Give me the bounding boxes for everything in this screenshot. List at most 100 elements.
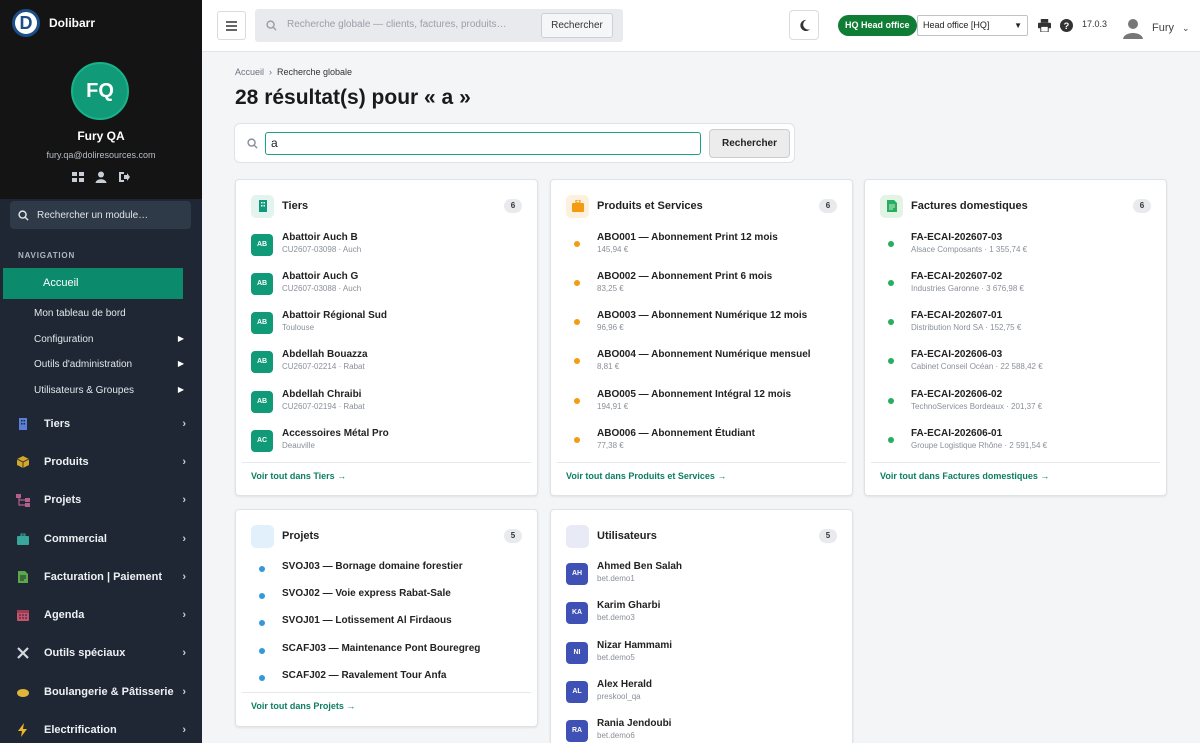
see-all-projets-link[interactable]: Voir tout dans Projets →	[251, 701, 355, 711]
search-icon	[18, 209, 29, 221]
list-item[interactable]: NI Nizar Hammami bet.demo5	[566, 640, 837, 672]
chevron-down-icon: ⌄	[1182, 22, 1190, 33]
avatar: AC	[251, 430, 273, 452]
list-item[interactable]: FA-ECAI-202607-02 Industries Garonne · 3 …	[880, 271, 1151, 303]
chevron-right-icon: ›	[182, 609, 186, 621]
list-item[interactable]: ABO006 — Abonnement Étudiant 77,38 €	[566, 428, 837, 460]
list-item[interactable]: FA-ECAI-202607-03 Alsace Composants · 1 3…	[880, 232, 1151, 264]
user-avatar-icon	[1123, 19, 1143, 39]
search-icon	[247, 138, 258, 149]
avatar: AH	[566, 563, 588, 585]
list-item[interactable]: AH Ahmed Ben Salah bet.demo1	[566, 561, 837, 593]
list-item[interactable]: AB Abdellah Bouazza CU2607-02214 · Rabat	[251, 349, 522, 381]
user-profile-icon[interactable]	[95, 171, 107, 183]
breadcrumb-home[interactable]: Accueil	[235, 67, 264, 77]
status-dot	[259, 620, 265, 626]
nav-subitem-users-groups[interactable]: Utilisateurs & Groupes ▶	[34, 385, 184, 396]
svg-text:?: ?	[1064, 21, 1070, 31]
nav-item-tiers[interactable]: Tiers ›	[16, 414, 186, 434]
nav-item-boulangerie[interactable]: Boulangerie & Pâtisserie ›	[16, 682, 186, 702]
nav-subitem-configuration[interactable]: Configuration ▶	[34, 334, 184, 345]
list-item[interactable]: AB Abattoir Auch G CU2607-03088 · Auch	[251, 271, 522, 303]
list-item[interactable]: RA Rania Jendoubi bet.demo6	[566, 718, 837, 743]
sidebar: D Dolibarr FQ Fury QA fury.qa@doliresour…	[0, 0, 202, 743]
nav-item-accueil[interactable]: Accueil	[3, 268, 183, 299]
avatar: AB	[251, 234, 273, 256]
module-search-placeholder: Rechercher un module…	[37, 209, 149, 221]
status-dot	[888, 437, 894, 443]
global-search-placeholder: Recherche globale — clients, factures, p…	[287, 19, 507, 30]
page-title: 28 résultat(s) pour « a »	[235, 86, 471, 109]
project-icon	[251, 524, 274, 548]
nav-subitem-dashboard[interactable]: Mon tableau de bord	[34, 308, 184, 319]
list-item[interactable]: AB Abdellah Chraibi CU2607-02194 · Rabat	[251, 389, 522, 421]
nav-item-facturation[interactable]: Facturation | Paiement ›	[16, 567, 186, 587]
status-dot	[574, 358, 580, 364]
status-dot	[259, 566, 265, 572]
help-icon[interactable]: ?	[1060, 19, 1073, 32]
card-title: Factures domestiques	[911, 200, 1028, 212]
page-search-panel: a Rechercher	[234, 123, 795, 163]
nav-item-projets[interactable]: Projets ›	[16, 490, 186, 510]
list-item[interactable]: AB Abattoir Régional Sud Toulouse	[251, 310, 522, 342]
list-item[interactable]: ABO004 — Abonnement Numérique mensuel 8,8…	[566, 349, 837, 381]
nav-item-produits[interactable]: Produits ›	[16, 452, 186, 472]
chevron-right-icon: ›	[182, 686, 186, 698]
building-icon	[251, 194, 274, 218]
menu-toggle-button[interactable]	[217, 11, 246, 40]
chevron-right-icon: ›	[182, 533, 186, 545]
list-item[interactable]: FA-ECAI-202606-03 Cabinet Conseil Océan ·…	[880, 349, 1151, 381]
global-search-field[interactable]: Recherche globale — clients, factures, p…	[255, 9, 623, 42]
box-icon	[566, 194, 589, 218]
status-dot	[888, 319, 894, 325]
logout-icon[interactable]	[118, 171, 130, 183]
list-item[interactable]: AL Alex Herald preskool_qa	[566, 679, 837, 711]
list-item[interactable]: ABO003 — Abonnement Numérique 12 mois 96,…	[566, 310, 837, 342]
chevron-right-icon: ›	[182, 647, 186, 659]
list-item[interactable]: FA-ECAI-202606-01 Groupe Logistique Rhône…	[880, 428, 1151, 460]
status-dot	[574, 241, 580, 247]
dashboard-icon[interactable]	[72, 171, 84, 183]
nav-subitem-admin-tools[interactable]: Outils d'administration ▶	[34, 359, 184, 370]
user-avatar[interactable]: FQ	[71, 62, 129, 120]
dark-mode-toggle[interactable]	[789, 10, 819, 40]
search-icon	[266, 20, 277, 31]
status-dot	[574, 398, 580, 404]
entity-badge: HQ Head office	[838, 15, 917, 36]
see-all-tiers-link[interactable]: Voir tout dans Tiers →	[251, 471, 346, 481]
see-all-factures-link[interactable]: Voir tout dans Factures domestiques →	[880, 471, 1049, 481]
list-item[interactable]: ABO002 — Abonnement Print 6 mois 83,25 €	[566, 271, 837, 303]
module-search-input[interactable]: Rechercher un module…	[10, 201, 191, 229]
page-search-input[interactable]: a	[265, 132, 701, 155]
calendar-icon	[16, 608, 30, 622]
list-item[interactable]: AC Accessoires Métal Pro Deauville	[251, 428, 522, 460]
list-item[interactable]: FA-ECAI-202606-02 TechnoServices Bordeaux…	[880, 389, 1151, 421]
list-item[interactable]: SCAFJ02 — Ravalement Tour Anfa	[251, 670, 522, 702]
nav-item-outils-speciaux[interactable]: Outils spéciaux ›	[16, 643, 186, 663]
user-menu[interactable]: Fury ⌄	[1122, 17, 1190, 39]
print-icon[interactable]	[1038, 19, 1051, 32]
page-search-button[interactable]: Rechercher	[709, 129, 790, 158]
global-search-button[interactable]: Rechercher	[541, 13, 613, 38]
list-item[interactable]: ABO005 — Abonnement Intégral 12 mois 194,…	[566, 389, 837, 421]
list-item[interactable]: ABO001 — Abonnement Print 12 mois 145,94 …	[566, 232, 837, 264]
nav-item-agenda[interactable]: Agenda ›	[16, 605, 186, 625]
user-email: fury.qa@doliresources.com	[46, 150, 156, 160]
card-factures: Factures domestiques 6 FA-ECAI-202607-03 A…	[864, 179, 1167, 496]
list-item[interactable]: FA-ECAI-202607-01 Distribution Nord SA · …	[880, 310, 1151, 342]
card-title: Utilisateurs	[597, 530, 657, 542]
dolibarr-logo[interactable]: D	[12, 9, 40, 37]
caret-right-icon: ▶	[177, 334, 184, 343]
status-dot	[888, 358, 894, 364]
list-item[interactable]: AB Abattoir Auch B CU2607-03098 · Auch	[251, 232, 522, 264]
entity-select[interactable]: Head office [HQ] ▼	[917, 15, 1028, 36]
card-projets: Projets 5 SVOJ03 — Bornage domaine forest…	[235, 509, 538, 727]
nav-item-commercial[interactable]: Commercial ›	[16, 529, 186, 549]
status-dot	[259, 648, 265, 654]
list-item[interactable]: KA Karim Gharbi bet.demo3	[566, 600, 837, 632]
see-all-produits-link[interactable]: Voir tout dans Produits et Services →	[566, 471, 726, 481]
tools-icon	[16, 646, 30, 660]
user-menu-name: Fury	[1152, 22, 1174, 34]
nav-item-electrification[interactable]: Electrification ›	[16, 720, 186, 740]
avatar: RA	[566, 720, 588, 742]
